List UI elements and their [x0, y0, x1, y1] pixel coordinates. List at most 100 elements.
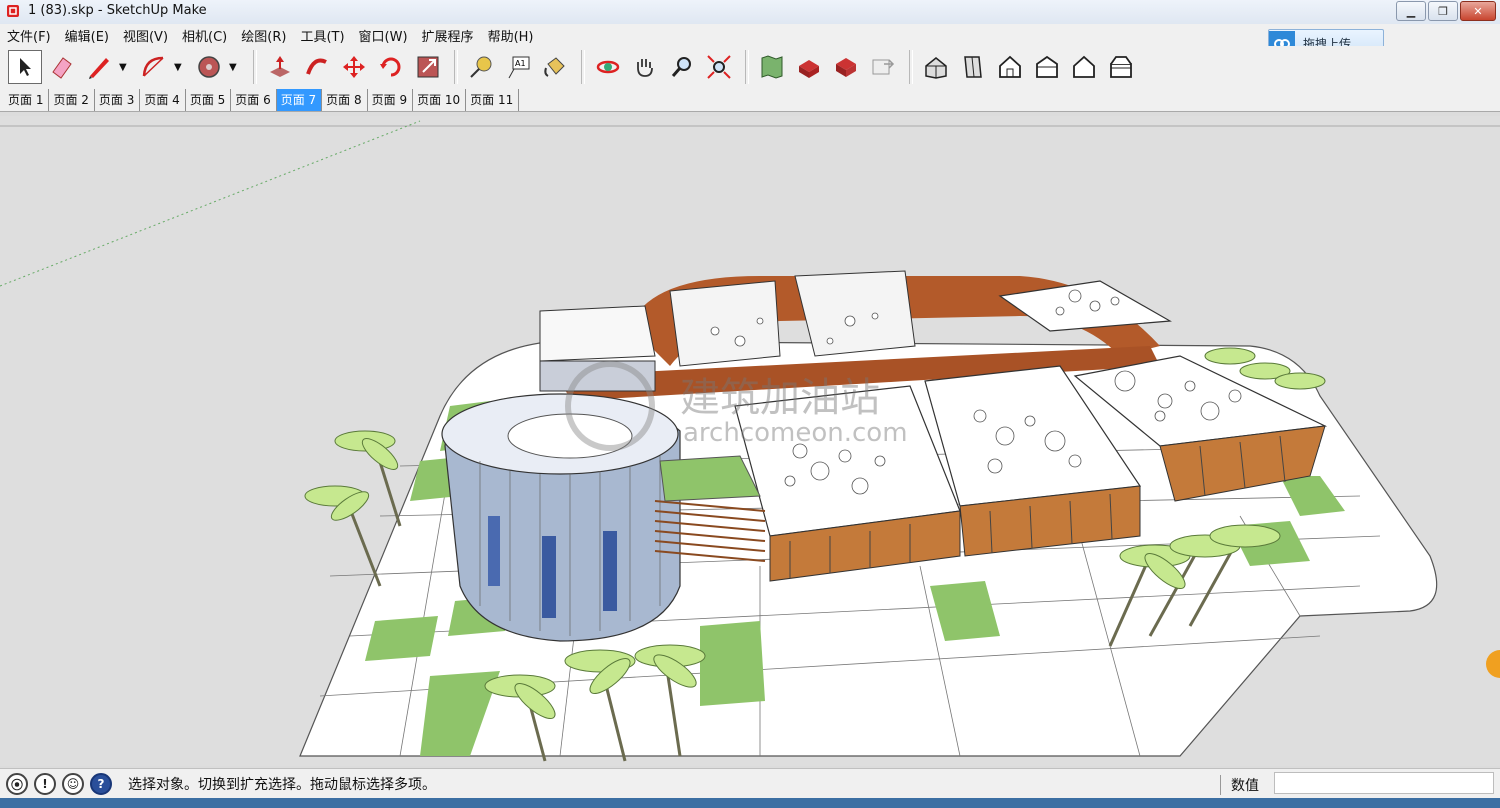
shape-tool-button[interactable]	[192, 50, 226, 84]
scene-tab-2[interactable]: 页面 2	[49, 89, 95, 111]
front-view-button[interactable]	[993, 50, 1027, 84]
iso-view-button[interactable]	[919, 50, 953, 84]
move-tool-button[interactable]	[337, 50, 371, 84]
top-view-button[interactable]	[956, 50, 990, 84]
menu-tools[interactable]: 工具(T)	[293, 26, 351, 45]
arc-tool-button[interactable]	[137, 50, 171, 84]
menu-camera[interactable]: 相机(C)	[175, 26, 234, 45]
tape-measure-icon	[470, 56, 492, 78]
text-tool-button[interactable]: A1	[501, 50, 535, 84]
scene-tab-5[interactable]: 页面 5	[186, 89, 232, 111]
scene-tabs: 页面 1 页面 2 页面 3 页面 4 页面 5 页面 6 页面 7 页面 8 …	[0, 88, 1500, 112]
orbit-tool-button[interactable]	[591, 50, 625, 84]
scene-tab-3[interactable]: 页面 3	[95, 89, 141, 111]
help-icon[interactable]: ?	[90, 773, 112, 795]
scene-tab-11[interactable]: 页面 11	[466, 89, 520, 111]
share-model-button[interactable]	[866, 50, 900, 84]
scene-tab-6[interactable]: 页面 6	[231, 89, 277, 111]
roof-box-1	[669, 280, 781, 367]
warehouse-button[interactable]	[792, 50, 826, 84]
sketchup-app-icon	[7, 5, 19, 17]
iso-house-icon	[925, 57, 947, 79]
move-arrows-icon	[343, 56, 365, 78]
left-view-button[interactable]	[1104, 50, 1138, 84]
select-tool-button[interactable]	[8, 50, 42, 84]
map-icon	[761, 55, 783, 79]
paint-bucket-icon	[544, 57, 565, 77]
model-scene: 建筑加油站 archcomeon.com	[0, 120, 1500, 762]
svg-text:A1: A1	[515, 59, 526, 68]
menu-help[interactable]: 帮助(H)	[481, 26, 541, 45]
paint-bucket-tool-button[interactable]	[538, 50, 572, 84]
left-house-icon	[1110, 56, 1132, 78]
components-button[interactable]	[755, 50, 789, 84]
arrow-cursor-icon	[20, 58, 31, 76]
side-handle[interactable]	[1486, 650, 1500, 678]
window-title: 1 (83).skp - SketchUp Make	[28, 3, 207, 18]
menu-file[interactable]: 文件(F)	[0, 26, 58, 45]
extension-warehouse-icon	[836, 58, 856, 77]
pencil-dropdown[interactable]: ▼	[119, 62, 131, 73]
roof-box-2	[794, 270, 916, 357]
magnifier-icon	[671, 57, 691, 77]
arc-icon	[142, 56, 164, 77]
right-view-button[interactable]	[1030, 50, 1064, 84]
shape-dropdown[interactable]: ▼	[229, 62, 241, 73]
taskbar	[0, 798, 1500, 808]
zoom-tool-button[interactable]	[665, 50, 699, 84]
scene-tab-4[interactable]: 页面 4	[140, 89, 186, 111]
polygon-icon	[198, 56, 220, 78]
push-pull-icon	[270, 56, 290, 77]
scale-icon	[417, 56, 439, 78]
extension-warehouse-button[interactable]	[829, 50, 863, 84]
watermark-url: archcomeon.com	[683, 418, 908, 448]
scene-tab-9[interactable]: 页面 9	[368, 89, 414, 111]
follow-me-tool-button[interactable]	[300, 50, 334, 84]
back-house-icon	[1073, 55, 1095, 78]
rotate-icon	[380, 57, 401, 77]
text-label-icon: A1	[508, 56, 530, 79]
pencil-tool-button[interactable]	[82, 50, 116, 84]
menu-view[interactable]: 视图(V)	[116, 26, 175, 45]
restore-button[interactable]: ❐	[1428, 1, 1458, 21]
pan-tool-button[interactable]	[628, 50, 662, 84]
watermark-text: 建筑加油站	[680, 375, 880, 421]
model-viewport[interactable]: 建筑加油站 archcomeon.com	[0, 116, 1500, 766]
rotate-tool-button[interactable]	[374, 50, 408, 84]
minimize-button[interactable]: ▁	[1396, 1, 1426, 21]
scene-tab-7[interactable]: 页面 7	[276, 89, 323, 111]
top-view-icon	[964, 56, 982, 78]
scale-tool-button[interactable]	[411, 50, 445, 84]
geo-location-icon[interactable]: ⦿	[6, 773, 28, 795]
menu-draw[interactable]: 绘图(R)	[234, 26, 293, 45]
share-model-icon	[872, 59, 895, 75]
scene-tab-10[interactable]: 页面 10	[413, 89, 467, 111]
scene-tab-8[interactable]: 页面 8	[322, 89, 368, 111]
warehouse-icon	[799, 60, 819, 78]
hand-pan-icon	[637, 59, 653, 77]
eraser-tool-button[interactable]	[45, 50, 79, 84]
pencil-icon	[89, 58, 109, 79]
user-account-icon[interactable]: ☺	[62, 773, 84, 795]
orbit-icon	[596, 60, 620, 74]
menu-edit[interactable]: 编辑(E)	[58, 26, 116, 45]
arc-dropdown[interactable]: ▼	[174, 62, 186, 73]
scene-tab-1[interactable]: 页面 1	[4, 89, 50, 111]
front-house-icon	[999, 55, 1021, 78]
main-toolbar: ▼ ▼ ▼ A1	[0, 46, 1500, 88]
measurements-input[interactable]	[1274, 772, 1494, 794]
right-house-icon	[1036, 55, 1058, 78]
follow-me-icon	[306, 58, 327, 75]
close-button[interactable]: ✕	[1460, 1, 1496, 21]
credits-icon[interactable]: !	[34, 773, 56, 795]
menu-window[interactable]: 窗口(W)	[352, 26, 415, 45]
menu-extensions[interactable]: 扩展程序	[415, 26, 481, 45]
push-pull-tool-button[interactable]	[263, 50, 297, 84]
back-view-button[interactable]	[1067, 50, 1101, 84]
status-message: 选择对象。切换到扩充选择。拖动鼠标选择多项。	[128, 777, 436, 793]
tape-measure-tool-button[interactable]	[464, 50, 498, 84]
zoom-extents-tool-button[interactable]	[702, 50, 736, 84]
title-bar: 1 (83).skp - SketchUp Make ▁ ❐ ✕	[0, 0, 1500, 25]
measurements-label: 数值	[1220, 775, 1259, 795]
eraser-icon	[52, 57, 72, 79]
